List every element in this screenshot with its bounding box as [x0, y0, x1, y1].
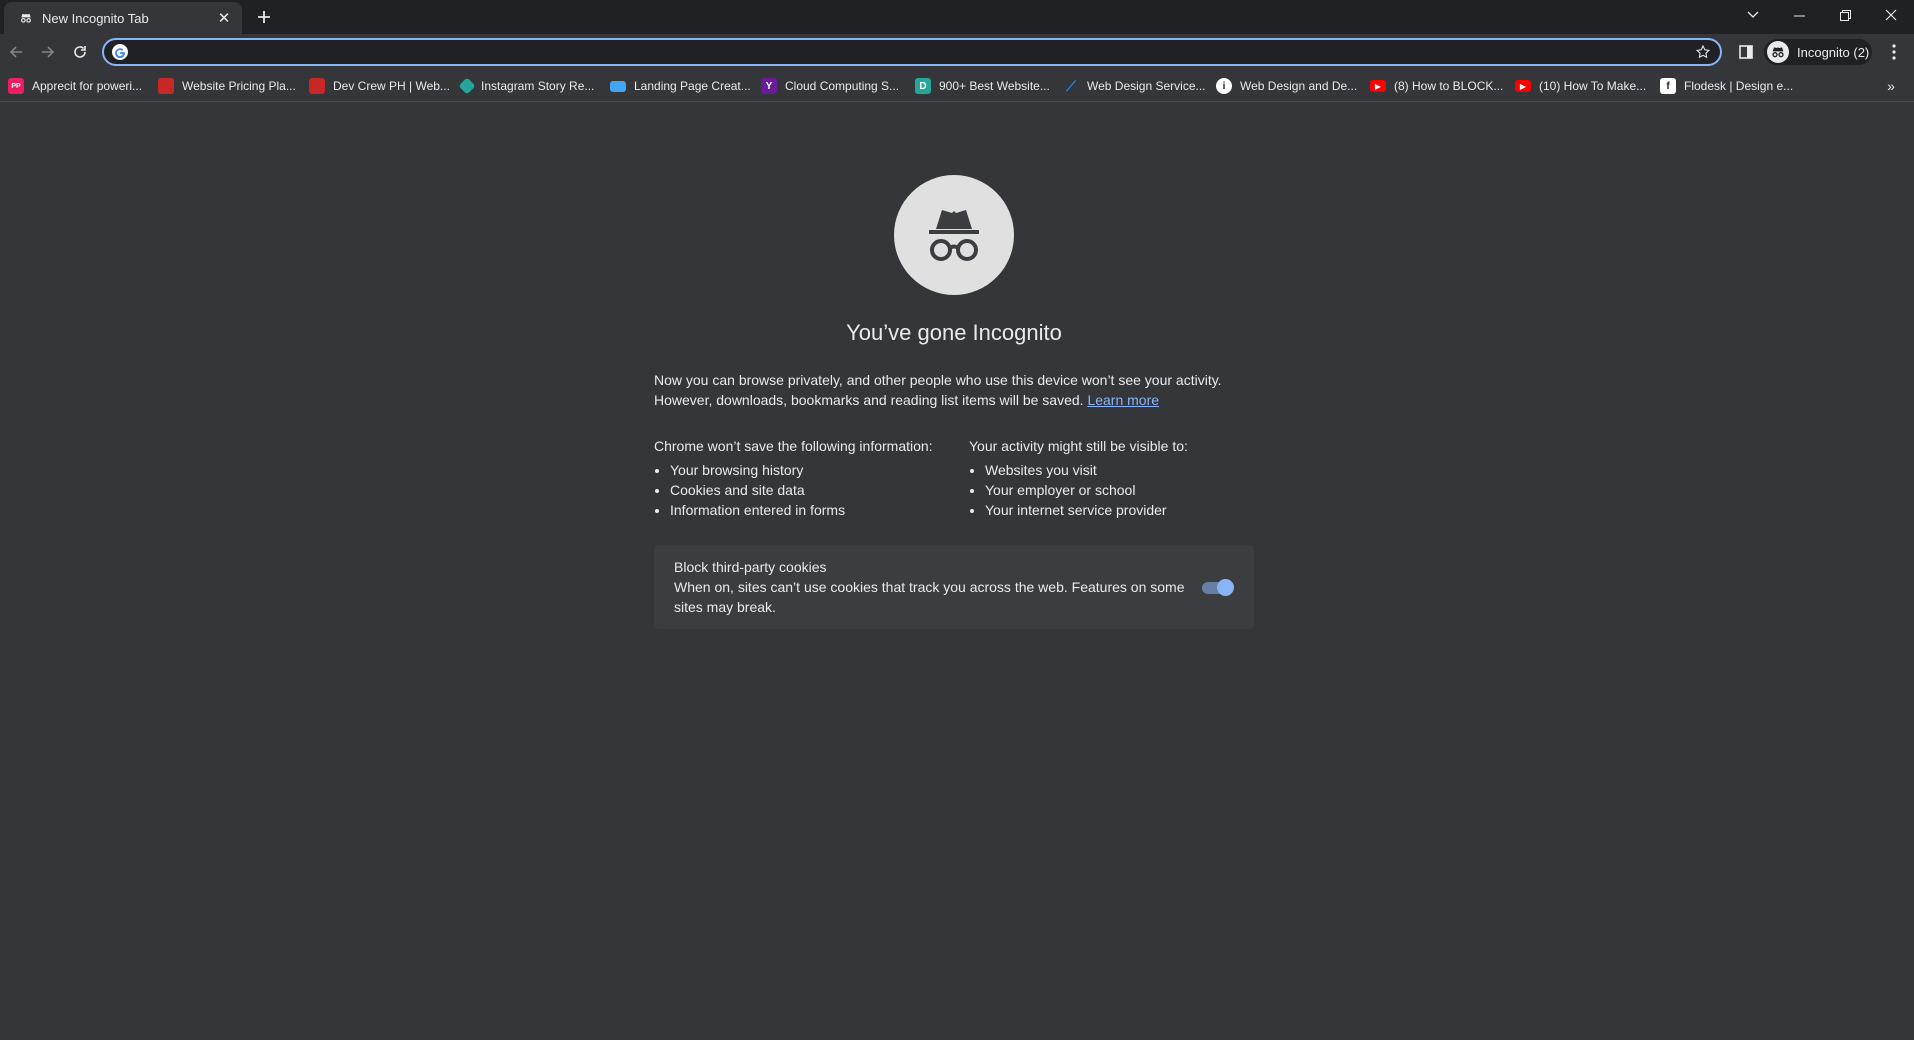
bookmark-item[interactable]: Dev Crew PH | Web... [309, 76, 450, 96]
bookmark-favicon: f [1660, 78, 1676, 94]
not-saved-heading: Chrome won’t save the following informat… [654, 438, 933, 454]
bookmark-favicon [458, 77, 476, 95]
bookmark-favicon [309, 78, 325, 94]
restore-icon[interactable] [1822, 0, 1868, 30]
address-bar[interactable] [102, 38, 1722, 66]
bookmark-label: Web Design Service... [1087, 79, 1206, 93]
bookmark-favicon [158, 78, 174, 94]
bookmark-favicon [610, 80, 626, 92]
intro-line-2: However, downloads, bookmarks and readin… [654, 392, 1160, 408]
forward-icon[interactable] [34, 38, 62, 66]
bookmark-item[interactable]: ⟋ Web Design Service... [1063, 76, 1206, 96]
bookmark-label: Dev Crew PH | Web... [333, 79, 450, 93]
cookie-card-title: Block third-party cookies [674, 559, 827, 575]
toggle-knob [1217, 579, 1234, 596]
side-panel-icon[interactable] [1736, 42, 1756, 62]
intro-text: Now you can browse privately, and other … [654, 370, 1254, 410]
new-tab-button[interactable] [252, 5, 276, 29]
toolbar: Incognito (2) [0, 34, 1914, 70]
list-item: Your internet service provider [985, 500, 1259, 520]
youtube-icon: ▶ [1370, 80, 1386, 92]
bookmark-favicon: Y [761, 78, 777, 94]
bookmark-label: (8) How to BLOCK... [1394, 79, 1504, 93]
bookmark-favicon: PP [8, 78, 24, 94]
not-saved-section: Chrome won’t save the following informat… [654, 436, 964, 520]
reload-icon[interactable] [66, 38, 94, 66]
cookie-card-description: When on, sites can’t use cookies that tr… [674, 579, 1185, 615]
list-item: Your browsing history [670, 460, 964, 480]
tab-title: New Incognito Tab [42, 10, 149, 26]
bookmark-label: Apprecit for poweri... [32, 79, 143, 93]
bookmark-item[interactable]: PP Apprecit for poweri... [8, 76, 142, 96]
still-visible-heading: Your activity might still be visible to: [969, 438, 1188, 454]
profile-label: Incognito (2) [1797, 44, 1870, 60]
minimize-icon[interactable] [1776, 0, 1822, 30]
bookmark-label: Flodesk | Design e... [1684, 79, 1794, 93]
bookmark-favicon: i [1216, 78, 1232, 94]
intro-line-1: Now you can browse privately, and other … [654, 372, 1222, 388]
bookmark-item[interactable]: Landing Page Creat... [610, 76, 751, 96]
bookmark-star-icon[interactable] [1694, 43, 1712, 61]
learn-more-link[interactable]: Learn more [1087, 392, 1159, 408]
bookmark-item[interactable]: ▶ (10) How To Make... [1515, 76, 1646, 96]
bookmarks-bar: PP Apprecit for poweri... Website Pricing… [0, 70, 1914, 102]
bookmark-label: Web Design and De... [1240, 79, 1358, 93]
address-input[interactable] [136, 42, 1676, 62]
youtube-icon: ▶ [1515, 80, 1531, 92]
bookmark-favicon: ⟋ [1066, 77, 1076, 94]
list-item: Websites you visit [985, 460, 1259, 480]
bookmark-item[interactable]: Website Pricing Pla... [158, 76, 296, 96]
close-icon[interactable] [1868, 0, 1914, 30]
list-item: Information entered in forms [670, 500, 964, 520]
bookmark-label: Website Pricing Pla... [182, 79, 296, 93]
bookmark-label: 900+ Best Website... [939, 79, 1050, 93]
bookmark-item[interactable]: Instagram Story Re... [458, 76, 595, 96]
list-item: Your employer or school [985, 480, 1259, 500]
close-tab-icon[interactable]: ✕ [216, 10, 232, 27]
bookmark-label: Instagram Story Re... [481, 79, 595, 93]
tab-new-incognito[interactable]: New Incognito Tab ✕ [4, 2, 242, 34]
incognito-hero-icon [894, 175, 1014, 295]
bookmarks-overflow-icon[interactable]: » [1880, 76, 1902, 96]
back-icon[interactable] [2, 38, 30, 66]
bookmark-label: (10) How To Make... [1539, 79, 1647, 93]
bookmark-item[interactable]: f Flodesk | Design e... [1660, 76, 1793, 96]
bookmark-item[interactable]: ▶ (8) How to BLOCK... [1370, 76, 1503, 96]
more-menu-icon[interactable] [1882, 40, 1906, 64]
incognito-avatar-icon [1767, 41, 1789, 63]
bookmark-label: Cloud Computing S... [785, 79, 900, 93]
incognito-profile-button[interactable]: Incognito (2) [1764, 39, 1872, 65]
block-cookies-toggle[interactable] [1202, 579, 1234, 596]
list-item: Cookies and site data [670, 480, 964, 500]
incognito-icon [18, 10, 34, 26]
page-title: You’ve gone Incognito [846, 320, 1062, 345]
bookmark-favicon: D [915, 78, 931, 94]
incognito-page: You’ve gone Incognito Now you can browse… [0, 102, 1914, 1040]
bookmark-item[interactable]: Y Cloud Computing S... [761, 76, 899, 96]
tab-search-icon[interactable] [1730, 0, 1776, 30]
google-icon [112, 44, 128, 60]
bookmark-item[interactable]: i Web Design and De... [1216, 76, 1357, 96]
still-visible-section: Your activity might still be visible to:… [969, 436, 1259, 520]
third-party-cookies-card: Block third-party cookies When on, sites… [654, 545, 1254, 629]
bookmark-label: Landing Page Creat... [634, 79, 751, 93]
bookmark-item[interactable]: D 900+ Best Website... [915, 76, 1050, 96]
tab-strip: New Incognito Tab ✕ [0, 0, 1914, 34]
